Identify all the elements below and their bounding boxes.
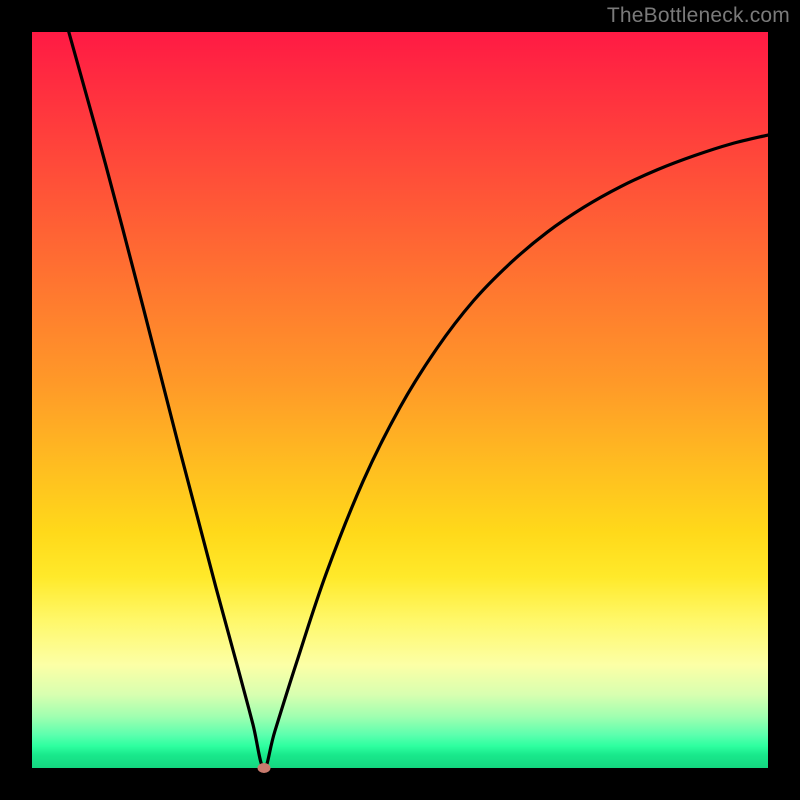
- optimum-marker: [257, 763, 270, 773]
- curve-svg: [32, 32, 768, 768]
- plot-area: [32, 32, 768, 768]
- watermark-text: TheBottleneck.com: [607, 4, 790, 28]
- chart-container: TheBottleneck.com: [0, 0, 800, 800]
- bottleneck-curve: [69, 32, 768, 768]
